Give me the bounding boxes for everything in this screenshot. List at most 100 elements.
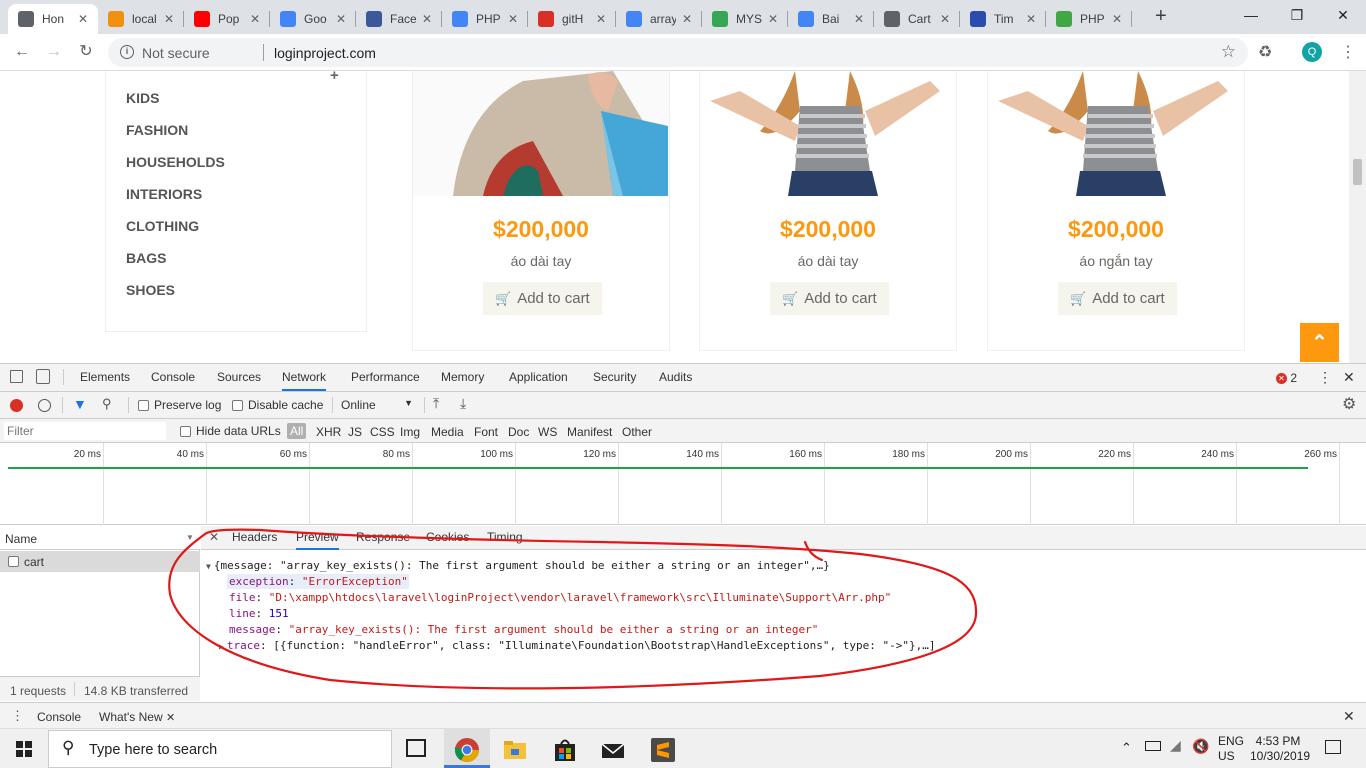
product-price: $200,000 xyxy=(493,216,589,242)
expand-womens-icon[interactable]: + xyxy=(330,71,339,84)
show-hidden-icons[interactable]: ⌃ xyxy=(1121,740,1132,756)
category-bags[interactable]: BAGS xyxy=(126,250,166,266)
task-view-icon[interactable] xyxy=(406,739,426,757)
tab-title: Goo xyxy=(304,12,327,26)
browser-tab[interactable]: Tim ✕ xyxy=(960,4,1046,34)
category-womens[interactable]: WOMENS xyxy=(126,71,191,74)
product-image[interactable] xyxy=(700,71,956,196)
category-kids[interactable]: KIDS xyxy=(126,90,159,106)
tab-favicon-icon xyxy=(366,11,382,27)
language-indicator[interactable]: ENG US xyxy=(1218,734,1244,764)
browser-tab[interactable]: Cart ✕ xyxy=(874,4,960,34)
browser-tab[interactable]: PHP ✕ xyxy=(442,4,528,34)
store-icon[interactable] xyxy=(550,735,580,765)
close-tab-icon[interactable]: ✕ xyxy=(940,12,950,26)
windows-start-icon[interactable] xyxy=(16,741,32,757)
add-to-cart-button[interactable]: 🛒 Add to cart xyxy=(483,282,602,315)
security-label: Not secure xyxy=(142,45,210,61)
url-text[interactable]: loginproject.com xyxy=(274,45,376,61)
reload-icon[interactable]: ↻ xyxy=(74,40,98,64)
mail-icon[interactable] xyxy=(598,735,628,765)
browser-tab[interactable]: local ✕ xyxy=(98,4,184,34)
minimize-button[interactable]: — xyxy=(1228,0,1274,30)
maximize-button[interactable]: ❐ xyxy=(1274,0,1320,30)
clock-time: 4:53 PM xyxy=(1255,734,1301,748)
tab-title: PHP xyxy=(476,12,501,26)
scrollbar-thumb[interactable] xyxy=(1353,159,1362,185)
tab-title: local xyxy=(132,12,157,26)
menu-icon[interactable]: ⋮ xyxy=(1340,42,1356,62)
clock[interactable]: 4:53 PM 10/30/2019 xyxy=(1250,734,1310,764)
browser-tab[interactable]: PHP ✕ xyxy=(1046,4,1132,34)
browser-tab[interactable]: Hon ✕ xyxy=(8,4,98,34)
browser-tab[interactable]: Goo ✕ xyxy=(270,4,356,34)
close-tab-icon[interactable]: ✕ xyxy=(250,12,260,26)
add-to-cart-button[interactable]: 🛒 Add to cart xyxy=(770,282,889,315)
close-tab-icon[interactable]: ✕ xyxy=(854,12,864,26)
category-fashion[interactable]: FASHION xyxy=(126,122,188,138)
tab-separator xyxy=(1131,11,1132,27)
tab-title: array xyxy=(650,12,676,26)
category-interiors[interactable]: INTERIORS xyxy=(126,186,202,202)
browser-tab[interactable]: gitH ✕ xyxy=(528,4,616,34)
close-tab-icon[interactable]: ✕ xyxy=(1026,12,1036,26)
tab-title: Hon xyxy=(42,12,65,26)
close-tab-icon[interactable]: ✕ xyxy=(508,12,518,26)
product-image[interactable] xyxy=(413,71,669,196)
close-tab-icon[interactable]: ✕ xyxy=(596,12,606,26)
region-code: US xyxy=(1218,749,1235,763)
notifications-icon[interactable] xyxy=(1325,740,1341,754)
bookmark-star-icon[interactable]: ☆ xyxy=(1221,42,1236,62)
product-name: áo dài tay xyxy=(510,253,572,269)
search-placeholder: Type here to search xyxy=(89,742,218,758)
tab-favicon-icon xyxy=(884,11,900,27)
tab-title: Cart xyxy=(908,12,931,26)
close-tab-icon[interactable]: ✕ xyxy=(682,12,692,26)
category-households[interactable]: HOUSEHOLDS xyxy=(126,154,225,170)
address-bar[interactable]: i Not secure loginproject.com ☆ xyxy=(108,38,1248,67)
close-window-button[interactable]: ✕ xyxy=(1320,0,1366,30)
forward-icon[interactable]: → xyxy=(42,40,66,64)
browser-tab[interactable]: MYS ✕ xyxy=(702,4,788,34)
close-tab-icon[interactable]: ✕ xyxy=(422,12,432,26)
category-shoes[interactable]: SHOES xyxy=(126,282,175,298)
scroll-up-button[interactable]: ⌃ xyxy=(1300,323,1339,362)
browser-tab[interactable]: Face ✕ xyxy=(356,4,442,34)
product-card: $200,000 áo ngắn tay 🛒 Add to cart xyxy=(987,71,1245,351)
tab-title: gitH xyxy=(562,12,584,26)
add-to-cart-label: Add to cart xyxy=(1092,290,1165,307)
browser-toolbar: ← → ↻ i Not secure loginproject.com ☆ ♻ … xyxy=(0,34,1366,71)
close-tab-icon[interactable]: ✕ xyxy=(768,12,778,26)
wifi-icon[interactable]: ◢ xyxy=(1170,737,1181,754)
browser-tab[interactable]: Bai ✕ xyxy=(788,4,874,34)
new-tab-button[interactable]: + xyxy=(1155,5,1167,28)
page-scrollbar[interactable] xyxy=(1349,71,1366,363)
profile-avatar[interactable]: Q xyxy=(1302,42,1322,62)
devtools-drawer: ⋮ Console What's New ✕ ✕ xyxy=(0,702,1366,730)
drawer-tab-whats-new[interactable]: What's New ✕ xyxy=(99,710,176,730)
volume-icon[interactable]: 🔇 xyxy=(1192,738,1209,755)
battery-icon[interactable] xyxy=(1145,741,1161,751)
browser-tab[interactable]: array ✕ xyxy=(616,4,702,34)
taskbar-search-box[interactable]: ⚲ Type here to search xyxy=(48,730,392,768)
close-drawer-icon[interactable]: ✕ xyxy=(1343,708,1355,725)
drawer-menu-icon[interactable]: ⋮ xyxy=(11,708,24,724)
close-tab-icon[interactable]: ✕ xyxy=(78,12,88,26)
sublime-text-icon[interactable] xyxy=(648,735,678,765)
category-clothing[interactable]: CLOTHING xyxy=(126,218,199,234)
product-image[interactable] xyxy=(988,71,1244,196)
back-icon[interactable]: ← xyxy=(10,40,34,64)
file-explorer-icon[interactable] xyxy=(500,735,530,765)
add-to-cart-button[interactable]: 🛒 Add to cart xyxy=(1058,282,1177,315)
tab-title: Pop xyxy=(218,12,240,26)
language-code: ENG xyxy=(1218,734,1245,748)
extension-icon[interactable]: ♻ xyxy=(1258,42,1272,62)
drawer-tab-console[interactable]: Console xyxy=(37,710,81,724)
close-tab-icon[interactable]: ✕ xyxy=(164,12,174,26)
browser-tab[interactable]: Pop ✕ xyxy=(184,4,270,34)
close-tab-icon[interactable]: ✕ xyxy=(1112,12,1122,26)
tab-favicon-icon xyxy=(452,11,468,27)
close-tab-icon[interactable]: ✕ xyxy=(336,12,346,26)
info-icon[interactable]: i xyxy=(120,45,134,59)
close-tab-icon[interactable]: ✕ xyxy=(166,712,175,724)
